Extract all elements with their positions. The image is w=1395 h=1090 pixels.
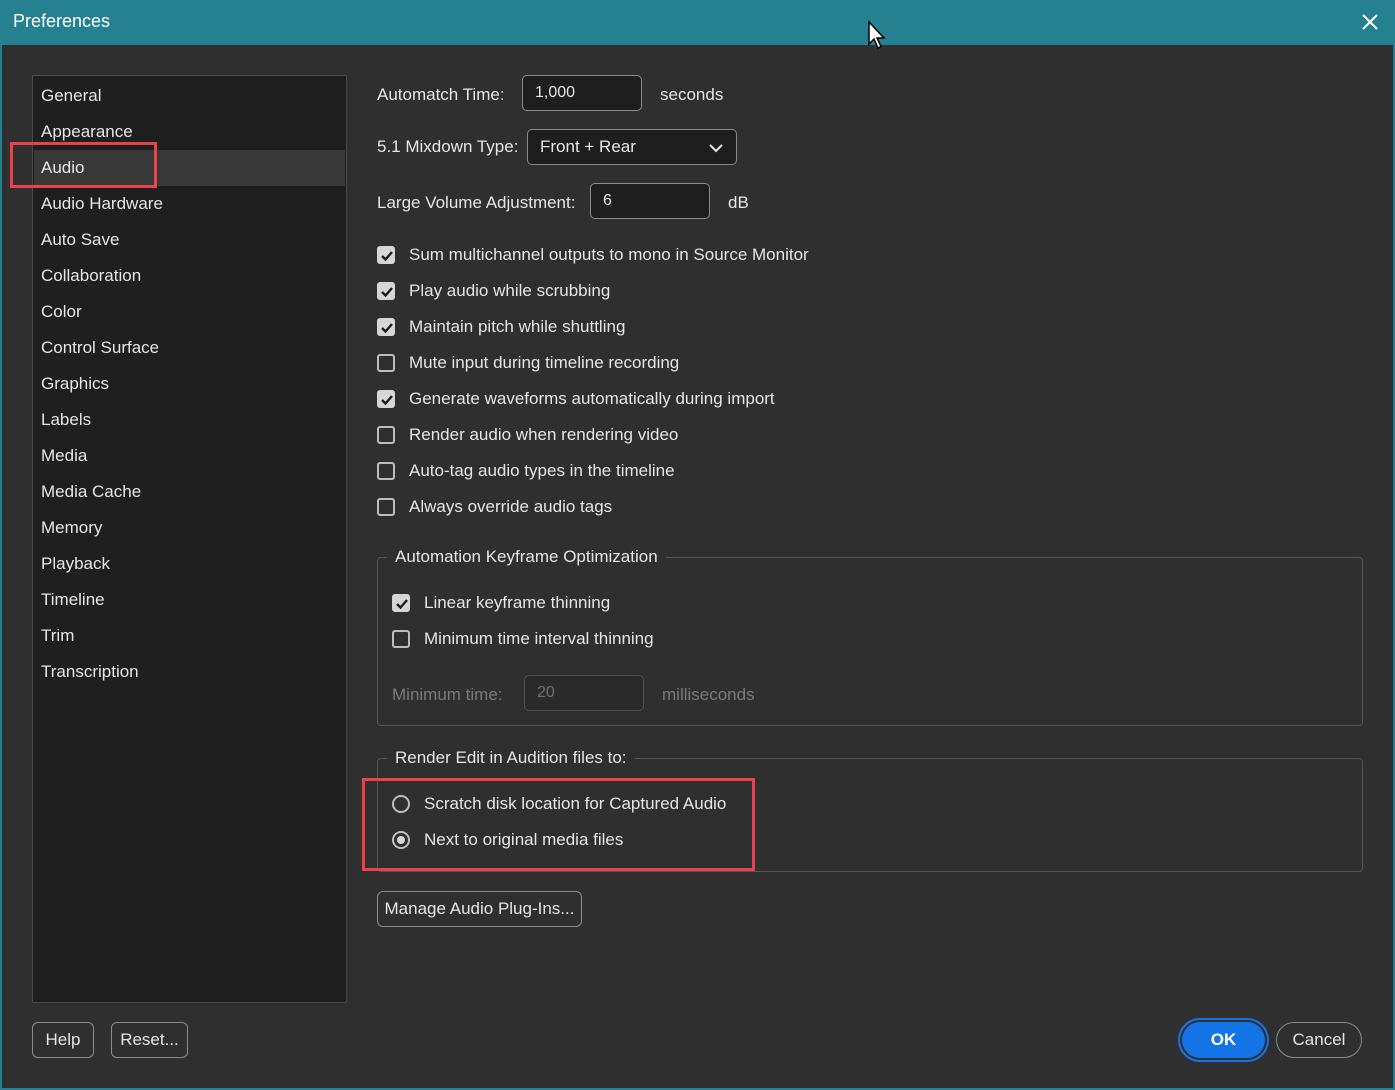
sidebar-item-trim[interactable]: Trim <box>34 618 345 654</box>
checkbox-label: Generate waveforms automatically during … <box>409 389 775 408</box>
checkbox-box[interactable] <box>377 462 395 480</box>
sidebar-item-label: Color <box>41 302 82 321</box>
sidebar-item-auto-save[interactable]: Auto Save <box>34 222 345 258</box>
mouse-cursor-icon <box>868 20 886 50</box>
automatch-time-unit: seconds <box>660 85 724 104</box>
mixdown-type-select[interactable]: Front + Rear <box>527 129 737 165</box>
checkbox-box[interactable] <box>377 282 395 300</box>
sidebar-item-memory[interactable]: Memory <box>34 510 345 546</box>
checkmark-icon <box>381 323 393 334</box>
sidebar-item-labels[interactable]: Labels <box>34 402 345 438</box>
radio-button[interactable] <box>392 831 410 849</box>
title-bar: Preferences <box>0 0 1395 45</box>
checkbox-box[interactable] <box>377 498 395 516</box>
mixdown-type-label: 5.1 Mixdown Type: <box>377 137 519 156</box>
minimum-time-unit: milliseconds <box>662 685 755 704</box>
sidebar-item-playback[interactable]: Playback <box>34 546 345 582</box>
sidebar-item-label: Media Cache <box>41 482 142 501</box>
sidebar-item-graphics[interactable]: Graphics <box>34 366 345 402</box>
sidebar-item-label: Auto Save <box>41 230 120 249</box>
checkmark-icon <box>381 395 393 406</box>
sidebar-item-general[interactable]: General <box>34 78 345 114</box>
large-volume-label: Large Volume Adjustment: <box>377 193 576 212</box>
keyframe-optimization-title: Automation Keyframe Optimization <box>387 547 666 567</box>
sidebar-item-label: Playback <box>41 554 110 573</box>
close-button[interactable] <box>1357 9 1383 35</box>
large-volume-unit: dB <box>728 193 749 212</box>
sidebar-item-label: Collaboration <box>41 266 142 285</box>
sidebar-item-audio-hardware[interactable]: Audio Hardware <box>34 186 345 222</box>
sidebar-item-transcription[interactable]: Transcription <box>34 654 345 690</box>
sidebar-item-label: Transcription <box>41 662 139 681</box>
window-title: Preferences <box>13 11 111 31</box>
sidebar-item-control-surface[interactable]: Control Surface <box>34 330 345 366</box>
minimum-time-input: 20 <box>524 675 644 711</box>
sidebar-item-label: General <box>41 86 102 105</box>
radio-label: Scratch disk location for Captured Audio <box>424 794 727 813</box>
checkbox-box[interactable] <box>377 246 395 264</box>
radio-button[interactable] <box>392 795 410 813</box>
checkbox-box[interactable] <box>377 426 395 444</box>
checkbox-label: Linear keyframe thinning <box>424 593 611 612</box>
sidebar-item-label: Media <box>41 446 88 465</box>
checkmark-icon <box>396 599 408 610</box>
checkbox-box[interactable] <box>377 354 395 372</box>
mixdown-type-value: Front + Rear <box>540 137 636 156</box>
checkmark-icon <box>381 287 393 298</box>
reset-button[interactable]: Reset... <box>111 1022 188 1058</box>
sidebar-item-audio[interactable]: Audio <box>34 150 345 186</box>
sidebar-item-timeline[interactable]: Timeline <box>34 582 345 618</box>
checkbox-box[interactable] <box>392 630 410 648</box>
automatch-time-label: Automatch Time: <box>377 85 505 104</box>
chevron-down-icon <box>709 144 723 153</box>
automatch-time-input[interactable]: 1,000 <box>522 75 642 111</box>
minimum-time-label: Minimum time: <box>392 685 503 704</box>
sidebar-item-label: Audio <box>41 158 85 177</box>
checkmark-icon <box>381 251 393 262</box>
sidebar-item-label: Trim <box>41 626 75 645</box>
sidebar-item-media[interactable]: Media <box>34 438 345 474</box>
sidebar-item-label: Labels <box>41 410 92 429</box>
cancel-button[interactable]: Cancel <box>1276 1022 1362 1058</box>
sidebar-item-appearance[interactable]: Appearance <box>34 114 345 150</box>
sidebar-item-label: Control Surface <box>41 338 160 357</box>
checkbox-box[interactable] <box>392 594 410 612</box>
checkbox-box[interactable] <box>377 318 395 336</box>
sidebar-item-label: Appearance <box>41 122 133 141</box>
checkbox-label: Maintain pitch while shuttling <box>409 317 626 336</box>
checkbox-label: Auto-tag audio types in the timeline <box>409 461 675 480</box>
checkbox-label: Always override audio tags <box>409 497 613 516</box>
preferences-sidebar: General Appearance Audio Audio Hardware … <box>32 75 347 1003</box>
radio-label: Next to original media files <box>424 830 624 849</box>
sidebar-item-label: Timeline <box>41 590 105 609</box>
manage-audio-plugins-button[interactable]: Manage Audio Plug-Ins... <box>377 891 582 927</box>
checkbox-box[interactable] <box>377 390 395 408</box>
help-button[interactable]: Help <box>32 1022 94 1058</box>
sidebar-item-label: Memory <box>41 518 103 537</box>
checkbox-label: Mute input during timeline recording <box>409 353 680 372</box>
sidebar-item-label: Graphics <box>41 374 110 393</box>
checkbox-label: Sum multichannel outputs to mono in Sour… <box>409 245 809 264</box>
checkbox-label: Minimum time interval thinning <box>424 629 654 648</box>
sidebar-item-media-cache[interactable]: Media Cache <box>34 474 345 510</box>
checkbox-label: Play audio while scrubbing <box>409 281 611 300</box>
large-volume-input[interactable]: 6 <box>590 183 710 219</box>
ok-button[interactable]: OK <box>1182 1022 1265 1058</box>
sidebar-item-collaboration[interactable]: Collaboration <box>34 258 345 294</box>
sidebar-item-label: Audio Hardware <box>41 194 163 213</box>
render-audition-title: Render Edit in Audition files to: <box>387 748 635 768</box>
checkbox-label: Render audio when rendering video <box>409 425 679 444</box>
sidebar-item-color[interactable]: Color <box>34 294 345 330</box>
close-icon <box>1362 14 1378 30</box>
